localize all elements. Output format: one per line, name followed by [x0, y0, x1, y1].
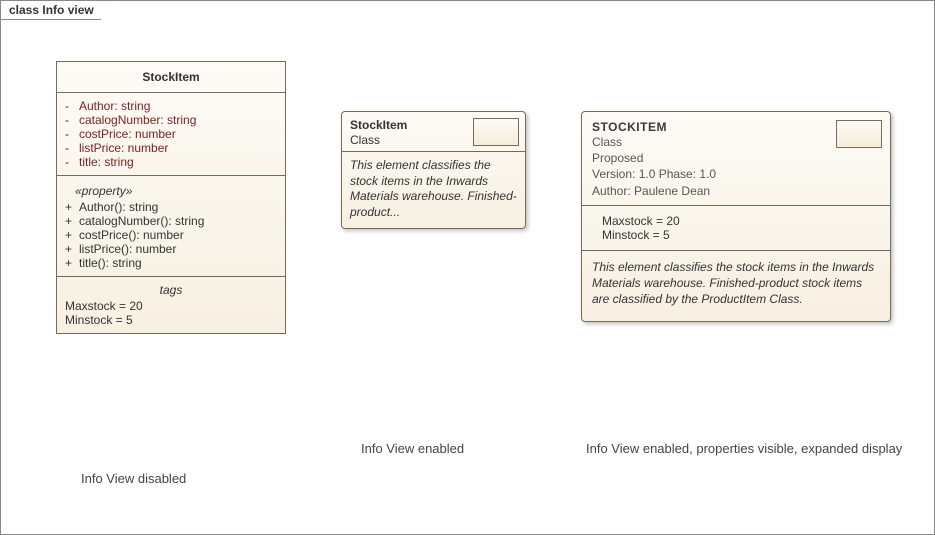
infoview-expanded-props: Maxstock = 20 Minstock = 5	[582, 206, 890, 251]
infoview-expanded-desc: This element classifies the stock items …	[582, 251, 890, 322]
infoview-expanded: STOCKITEM Class Proposed Version: 1.0 Ph…	[581, 111, 891, 322]
uml-attribute-row: -listPrice: number	[65, 141, 277, 155]
infoview-simple-desc: This element classifies the stock items …	[342, 152, 525, 228]
uml-attributes: -Author: string -catalogNumber: string -…	[57, 93, 285, 176]
infoview-prop-row: Minstock = 5	[602, 228, 880, 242]
uml-attribute-row: -costPrice: number	[65, 127, 277, 141]
infoview-status: Proposed	[592, 150, 880, 166]
infoview-author: Author: Paulene Dean	[592, 183, 880, 199]
diagram-frame: class Info view StockItem -Author: strin…	[0, 0, 935, 535]
uml-tag-row: Minstock = 5	[65, 313, 277, 327]
uml-operations: «property» +Author(): string +catalogNum…	[57, 176, 285, 277]
caption-expanded: Info View enabled, properties visible, e…	[586, 441, 902, 456]
diagram-canvas: StockItem -Author: string -catalogNumber…	[1, 1, 934, 534]
uml-stereotype: «property»	[75, 184, 277, 198]
uml-operation-row: +catalogNumber(): string	[65, 214, 277, 228]
infoview-prop-row: Maxstock = 20	[602, 214, 880, 228]
uml-class-title: StockItem	[57, 62, 285, 93]
thumbnail-icon	[836, 120, 882, 148]
uml-operation-row: +title(): string	[65, 256, 277, 270]
uml-class-stockitem: StockItem -Author: string -catalogNumber…	[56, 61, 286, 334]
uml-attribute-row: -title: string	[65, 155, 277, 169]
uml-tags: tags Maxstock = 20 Minstock = 5	[57, 277, 285, 333]
uml-operation-row: +listPrice(): number	[65, 242, 277, 256]
uml-tags-label: tags	[65, 283, 277, 297]
infoview-expanded-header: STOCKITEM Class Proposed Version: 1.0 Ph…	[582, 112, 890, 206]
uml-operation-row: +Author(): string	[65, 200, 277, 214]
uml-tag-row: Maxstock = 20	[65, 299, 277, 313]
thumbnail-icon	[473, 118, 519, 146]
infoview-simple: StockItem Class This element classifies …	[341, 111, 526, 229]
caption-enabled: Info View enabled	[361, 441, 464, 456]
uml-attribute-row: -Author: string	[65, 99, 277, 113]
uml-operation-row: +costPrice(): number	[65, 228, 277, 242]
uml-attribute-row: -catalogNumber: string	[65, 113, 277, 127]
infoview-version: Version: 1.0 Phase: 1.0	[592, 166, 880, 182]
infoview-simple-header: StockItem Class	[342, 112, 525, 152]
caption-disabled: Info View disabled	[81, 471, 186, 486]
